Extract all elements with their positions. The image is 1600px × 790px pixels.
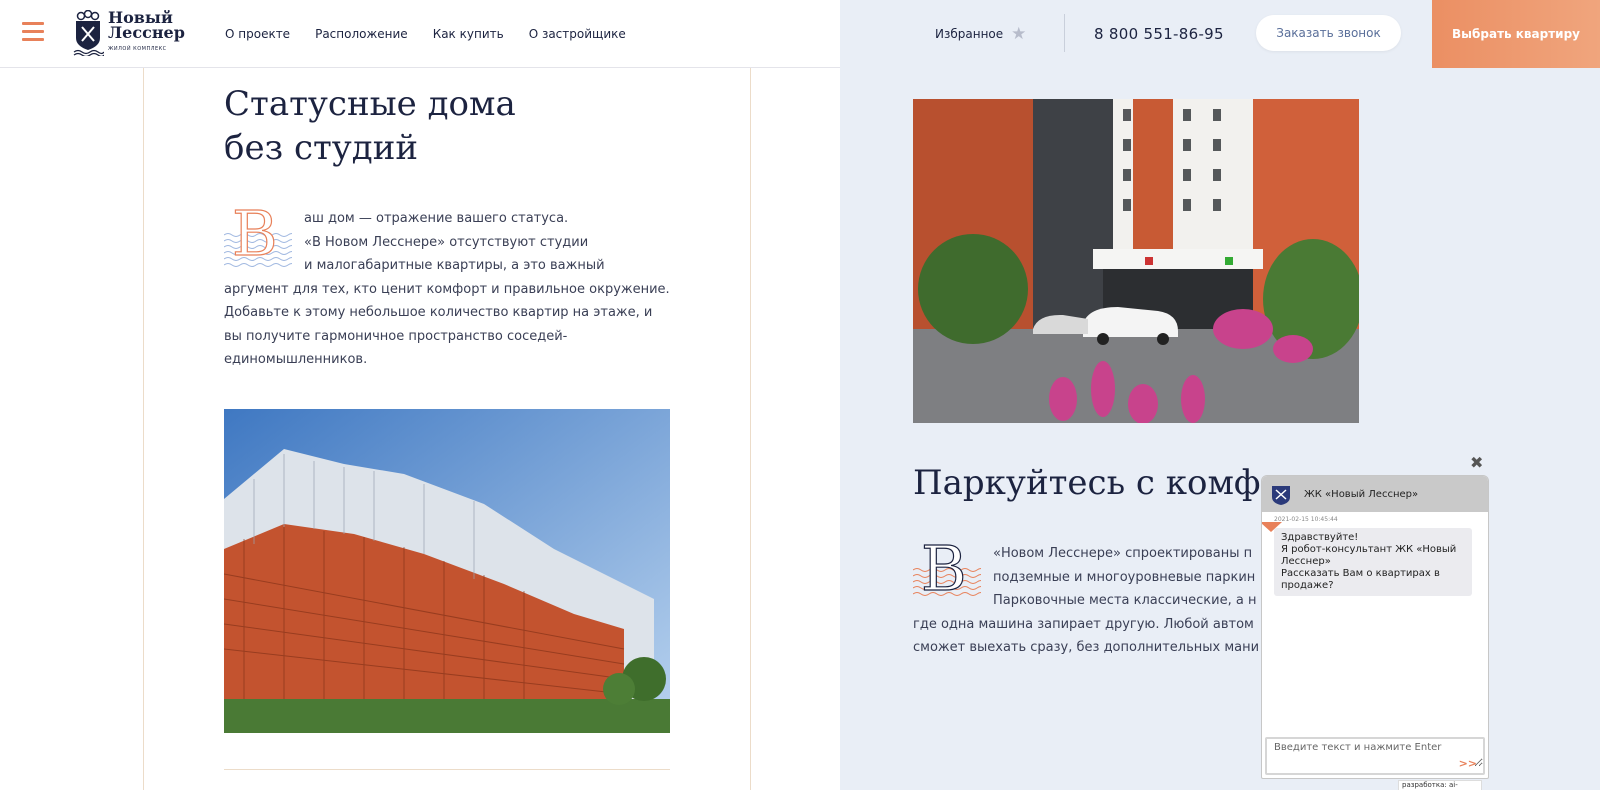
chat-avatar-icon: [1272, 486, 1290, 505]
chat-timestamp: 2021-02-15 10:45:44: [1274, 516, 1338, 523]
chat-send-button[interactable]: >>: [1459, 757, 1477, 770]
nav-about[interactable]: О проекте: [225, 27, 290, 41]
chat-widget: ЖК «Новый Лесснер» 2021-02-15 10:45:44 З…: [1261, 475, 1489, 779]
chat-title: ЖК «Новый Лесснер»: [1304, 488, 1419, 500]
chat-input[interactable]: [1267, 739, 1483, 767]
building-photo: [224, 409, 670, 733]
nav-how-to-buy[interactable]: Как купить: [433, 27, 504, 41]
chat-message: Здравствуйте! Я робот-консультант ЖК «Но…: [1262, 522, 1472, 596]
section-title-status: Статусные дома без студий: [224, 84, 516, 168]
parking-photo: [913, 99, 1359, 423]
menu-icon[interactable]: [22, 22, 44, 42]
favorites-label: Избранное: [935, 27, 1004, 41]
callback-button[interactable]: Заказать звонок: [1256, 15, 1401, 51]
chat-close-icon[interactable]: ✖: [1470, 453, 1483, 472]
section-text-status: аш дом — отражение вашего статуса. «В Но…: [224, 211, 670, 367]
header-divider: [1064, 14, 1065, 52]
chat-header: ЖК «Новый Лесснер»: [1262, 476, 1488, 512]
chat-input-box: >>: [1265, 737, 1485, 775]
main-nav: О проекте Расположение Как купить О заст…: [225, 0, 626, 68]
star-icon: ★: [1011, 24, 1027, 44]
chat-message-pointer: [1262, 522, 1282, 532]
logo-text: Новый Лесснер ЖИЛОЙ КОМПЛЕКС: [108, 7, 185, 52]
section-title-parking: Паркуйтесь с комфо: [913, 463, 1281, 503]
left-border-line: [143, 68, 144, 790]
right-border-line: [750, 68, 751, 790]
left-bottom-divider: [224, 769, 670, 770]
nav-developer[interactable]: О застройщике: [529, 27, 626, 41]
nav-location[interactable]: Расположение: [315, 27, 408, 41]
choose-apartment-button[interactable]: Выбрать квартиру: [1432, 0, 1600, 68]
chat-credit[interactable]: разработка: ai-chat.ru: [1398, 780, 1482, 790]
phone-number[interactable]: 8 800 551-86-95: [1094, 0, 1224, 68]
site-header: Новый Лесснер ЖИЛОЙ КОМПЛЕКС О проекте Р…: [0, 0, 1600, 68]
crest-icon: [73, 10, 104, 56]
logo[interactable]: Новый Лесснер ЖИЛОЙ КОМПЛЕКС: [72, 8, 192, 58]
favorites-link[interactable]: Избранное ★: [935, 0, 1026, 68]
section-text-parking: «Новом Лесснере» спроектированы п подзем…: [913, 546, 1260, 655]
